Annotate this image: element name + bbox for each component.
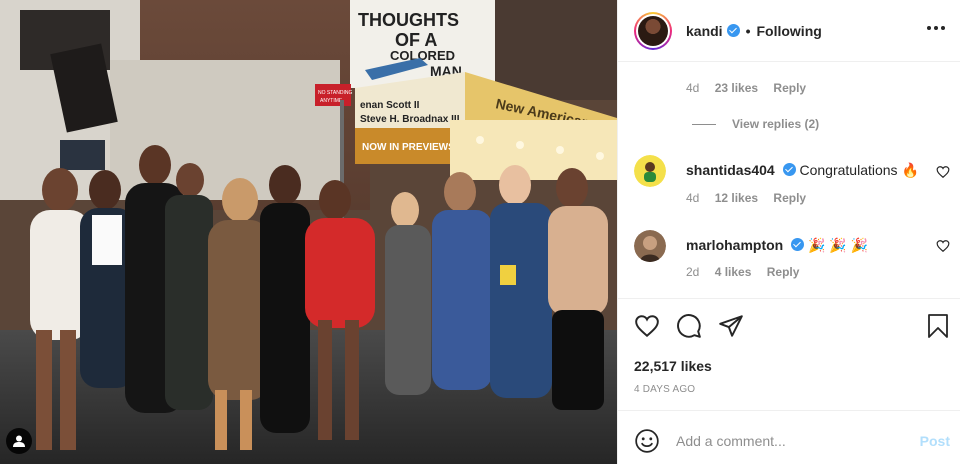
reply-button[interactable]: Reply: [767, 265, 800, 279]
verified-icon: [782, 163, 796, 176]
reply-button[interactable]: Reply: [773, 191, 806, 205]
svg-text:enan Scott II: enan Scott II: [360, 100, 420, 111]
comment-age: 2d: [686, 265, 700, 279]
svg-text:NO STANDING: NO STANDING: [318, 90, 352, 96]
comment-text: 🎉 🎉 🎉: [808, 237, 869, 253]
svg-text:NOW IN PREVIEWS: NOW IN PREVIEWS: [362, 142, 455, 153]
comment-box-divider: [618, 410, 960, 411]
profile-avatar[interactable]: [634, 11, 672, 50]
bookmark-icon[interactable]: [926, 313, 950, 339]
comment-likes[interactable]: 12 likes: [715, 191, 758, 205]
like-comment-heart-icon[interactable]: [936, 239, 950, 253]
comment-meta: 2d 4 likes Reply: [686, 265, 799, 279]
commenter-avatar[interactable]: [634, 230, 666, 262]
post-likes-count[interactable]: 22,517 likes: [634, 358, 712, 374]
header-separator: •: [745, 22, 751, 39]
heart-icon[interactable]: [634, 313, 660, 339]
post-header: kandi • Following: [618, 0, 960, 62]
comment-likes[interactable]: 23 likes: [715, 81, 758, 95]
comment-item: shantidas404 Congratulations 🔥: [634, 155, 919, 187]
post-author-username[interactable]: kandi: [686, 23, 723, 39]
comment-icon[interactable]: [676, 313, 702, 339]
post-photo[interactable]: THOUGHTS OF A COLORED MAN enan Scott II …: [0, 0, 617, 464]
actions-divider: [618, 298, 960, 299]
verified-icon: [726, 24, 740, 37]
post-detail-panel: kandi • Following 4d 23 likes Reply View…: [617, 0, 960, 464]
svg-text:ANYTIME: ANYTIME: [320, 98, 343, 104]
add-comment-row: Add a comment... Post: [634, 426, 950, 456]
comment-item: marlohampton 🎉 🎉 🎉: [634, 230, 868, 262]
comment-meta: 4d 12 likes Reply: [686, 191, 806, 205]
verified-icon: [791, 238, 805, 251]
commenter-avatar[interactable]: [634, 155, 666, 187]
share-icon[interactable]: [718, 313, 744, 339]
commenter-username[interactable]: shantidas404: [686, 162, 775, 178]
view-replies-label: View replies (2): [732, 117, 820, 131]
comment-age: 4d: [686, 191, 700, 205]
following-button[interactable]: Following: [756, 23, 821, 39]
comment-meta: 4d 23 likes Reply: [686, 81, 806, 95]
comment-text: Congratulations 🔥: [799, 162, 919, 178]
svg-text:OF A: OF A: [395, 30, 437, 50]
sign-title-line1: THOUGHTS: [358, 10, 459, 30]
replies-divider: [692, 123, 716, 125]
photo-illustration: THOUGHTS OF A COLORED MAN enan Scott II …: [0, 0, 617, 464]
svg-text:Steve H. Broadnax III: Steve H. Broadnax III: [360, 114, 460, 125]
commenter-username[interactable]: marlohampton: [686, 237, 783, 253]
add-comment-input[interactable]: Add a comment...: [676, 433, 920, 449]
post-timestamp[interactable]: 4 DAYS AGO: [634, 384, 695, 395]
post-actions: [634, 313, 744, 339]
user-tag-icon[interactable]: [6, 428, 32, 454]
emoji-icon[interactable]: [634, 428, 660, 454]
view-replies-button[interactable]: View replies (2): [692, 117, 819, 131]
comment-age: 4d: [686, 81, 700, 95]
like-comment-heart-icon[interactable]: [936, 165, 950, 179]
comment-likes[interactable]: 4 likes: [715, 265, 752, 279]
more-options-icon[interactable]: [927, 26, 945, 30]
post-comment-button[interactable]: Post: [920, 433, 950, 449]
reply-button[interactable]: Reply: [773, 81, 806, 95]
